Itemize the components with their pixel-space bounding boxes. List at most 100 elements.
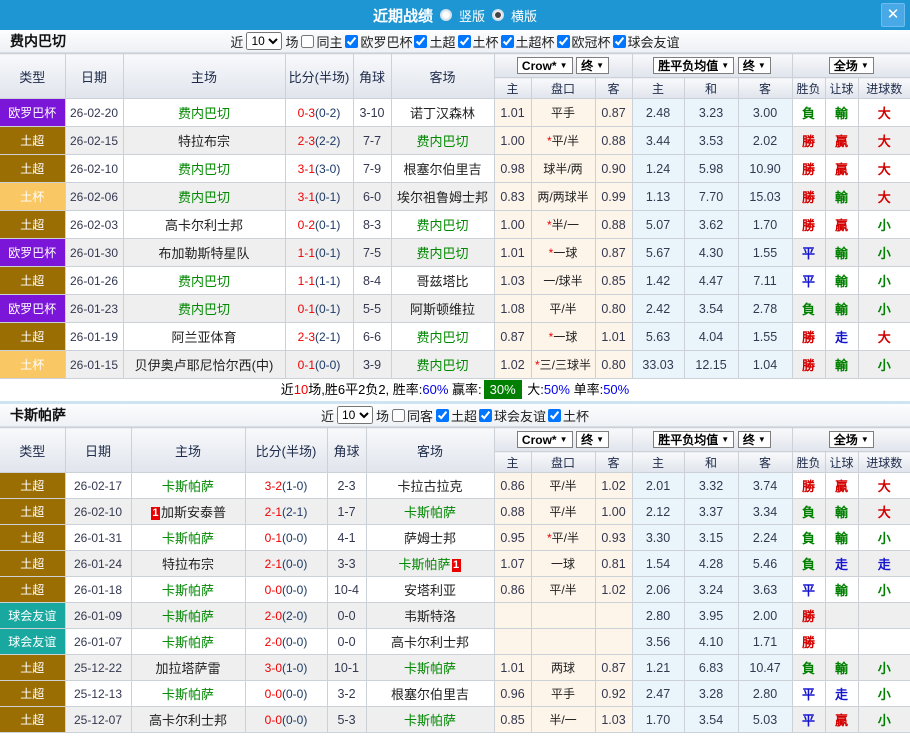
half-score: (0-0) [282, 582, 308, 597]
away-odds: 1.02 [594, 472, 633, 499]
result-wdl: 負 [791, 294, 826, 323]
league-checkbox[interactable] [556, 34, 570, 48]
layout-vertical-label[interactable]: 竖版 [459, 6, 485, 25]
avg-draw-odds: 4.04 [683, 322, 739, 351]
odds-company-dropdown[interactable]: Crow* ▼ [516, 57, 573, 75]
wdl-final-dropdown[interactable]: 终 ▼ [737, 57, 771, 74]
result-handicap: 走 [824, 680, 859, 707]
wdl-final-dropdown[interactable]: 终 ▼ [737, 431, 771, 448]
home-odds: 0.88 [493, 498, 532, 525]
same-venue-checkbox[interactable] [301, 34, 315, 48]
away-team: 费内巴切 [390, 322, 495, 351]
same-venue-label: 同客 [406, 408, 433, 424]
result-goals: 小 [857, 350, 910, 379]
home-team: 费内巴切 [122, 98, 286, 127]
full-score: 0-0 [264, 712, 282, 727]
home-team: 费内巴切 [122, 182, 286, 211]
odds-company-label: Crow* [521, 58, 557, 73]
close-button[interactable]: ✕ [881, 3, 905, 27]
same-venue-filter[interactable]: 同客 [391, 406, 433, 425]
star-mark: * [546, 134, 552, 148]
league-checkbox[interactable] [479, 408, 493, 422]
league-filter[interactable]: 土超 [436, 406, 477, 425]
match-score: 2-0(0-0) [244, 628, 328, 655]
home-team-name: 布加勒斯特星队 [158, 246, 250, 261]
fulltime-dropdown[interactable]: 全场 ▼ [828, 57, 874, 74]
league-filter[interactable]: 土杯 [548, 406, 589, 425]
recent-count-select[interactable]: 10 [246, 32, 283, 50]
away-team-name: 卡拉古拉克 [397, 479, 463, 494]
odds-group: Crow* ▼ 终 ▼ [493, 53, 633, 78]
fulltime-dropdown[interactable]: 全场 ▼ [828, 431, 874, 448]
match-type-badge: 土超 [0, 550, 66, 577]
league-filter[interactable]: 欧罗巴杯 [345, 32, 412, 51]
layout-horizontal-label[interactable]: 横版 [511, 6, 537, 25]
layout-horizontal-radio[interactable] [492, 9, 504, 21]
result-handicap: 輸 [824, 498, 859, 525]
league-filter[interactable]: 土超杯 [500, 32, 555, 51]
corner-count: 7-7 [352, 126, 392, 155]
league-checkbox[interactable] [436, 408, 449, 422]
avg-away-odds: 2.78 [737, 294, 793, 323]
league-checkbox[interactable] [457, 34, 471, 48]
odds-final-dropdown[interactable]: 终 ▼ [576, 430, 610, 448]
handicap-line: *半/一 [530, 210, 596, 239]
league-filter[interactable]: 土杯 [457, 32, 499, 51]
away-odds: 0.87 [594, 98, 633, 127]
league-checkbox[interactable] [500, 34, 514, 48]
match-score: 2-0(2-0) [244, 602, 328, 629]
avg-home-odds: 2.01 [631, 472, 685, 499]
league-checkbox[interactable] [345, 34, 359, 48]
layout-vertical-radio[interactable] [439, 9, 452, 21]
corner-count: 8-4 [352, 266, 392, 295]
summary-part: 10 [293, 382, 309, 397]
corner-count: 5-3 [326, 706, 367, 733]
avg-home-odds: 1.21 [631, 654, 685, 681]
same-venue-checkbox[interactable] [391, 408, 405, 422]
match-date: 26-02-17 [64, 472, 132, 499]
result-wdl: 勝 [791, 350, 826, 379]
league-filter[interactable]: 土超 [414, 32, 456, 51]
result-handicap: 輸 [824, 524, 859, 551]
col-type: 类型 [0, 53, 66, 99]
away-team: 根塞尔伯里吉 [390, 154, 495, 183]
match-score: 1-1(0-1) [284, 238, 354, 267]
corner-count: 0-0 [326, 602, 367, 629]
dropdown-arrow-icon: ▼ [559, 435, 568, 445]
home-team: 卡斯帕萨 [130, 628, 246, 655]
home-team: 费内巴切 [122, 294, 286, 323]
result-goals: 小 [857, 210, 910, 239]
league-checkbox[interactable] [548, 408, 562, 422]
col-result-wdl: 胜负 [791, 451, 826, 473]
avg-home-odds: 1.42 [631, 266, 685, 295]
games-label: 场 [285, 34, 299, 50]
col-away: 客场 [365, 427, 495, 473]
match-row: 欧罗巴杯 26-01-30 布加勒斯特星队 1-1(0-1) 7-5 费内巴切 1.01 *一… [0, 238, 910, 267]
match-row: 土超 26-01-18 卡斯帕萨 0-0(0-0) 10-4 安塔利亚 0.86 平/半 1.0… [0, 576, 910, 603]
near-label: 近 [320, 408, 334, 424]
away-team-name: 根塞尔伯里吉 [390, 687, 469, 702]
wdl-average-dropdown[interactable]: 胜平负均值 ▼ [653, 57, 735, 74]
odds-final-label: 终 [581, 58, 594, 73]
match-date: 25-12-22 [64, 654, 132, 681]
dropdown-arrow-icon: ▼ [559, 61, 568, 71]
league-filter[interactable]: 球会友谊 [612, 32, 680, 51]
wdl-average-dropdown[interactable]: 胜平负均值 ▼ [653, 431, 735, 448]
red-card-badge: 1 [150, 507, 160, 520]
odds-company-dropdown[interactable]: Crow* ▼ [516, 431, 573, 449]
away-team: 卡斯帕萨 [365, 706, 495, 733]
recent-count-select[interactable]: 10 [336, 406, 373, 424]
result-goals [857, 628, 910, 655]
same-venue-filter[interactable]: 同主 [301, 32, 342, 51]
col-result-handicap: 让球 [824, 77, 859, 99]
match-date: 26-01-31 [64, 524, 132, 551]
league-filter[interactable]: 欧冠杯 [556, 32, 611, 51]
home-odds: 1.00 [493, 126, 532, 155]
avg-draw-odds: 4.30 [683, 238, 739, 267]
odds-final-dropdown[interactable]: 终 ▼ [576, 56, 610, 74]
league-checkbox[interactable] [612, 34, 626, 48]
half-score: (0-0) [282, 686, 308, 701]
avg-away-odds: 10.47 [737, 654, 793, 681]
league-checkbox[interactable] [414, 34, 428, 48]
league-filter[interactable]: 球会友谊 [479, 406, 546, 425]
